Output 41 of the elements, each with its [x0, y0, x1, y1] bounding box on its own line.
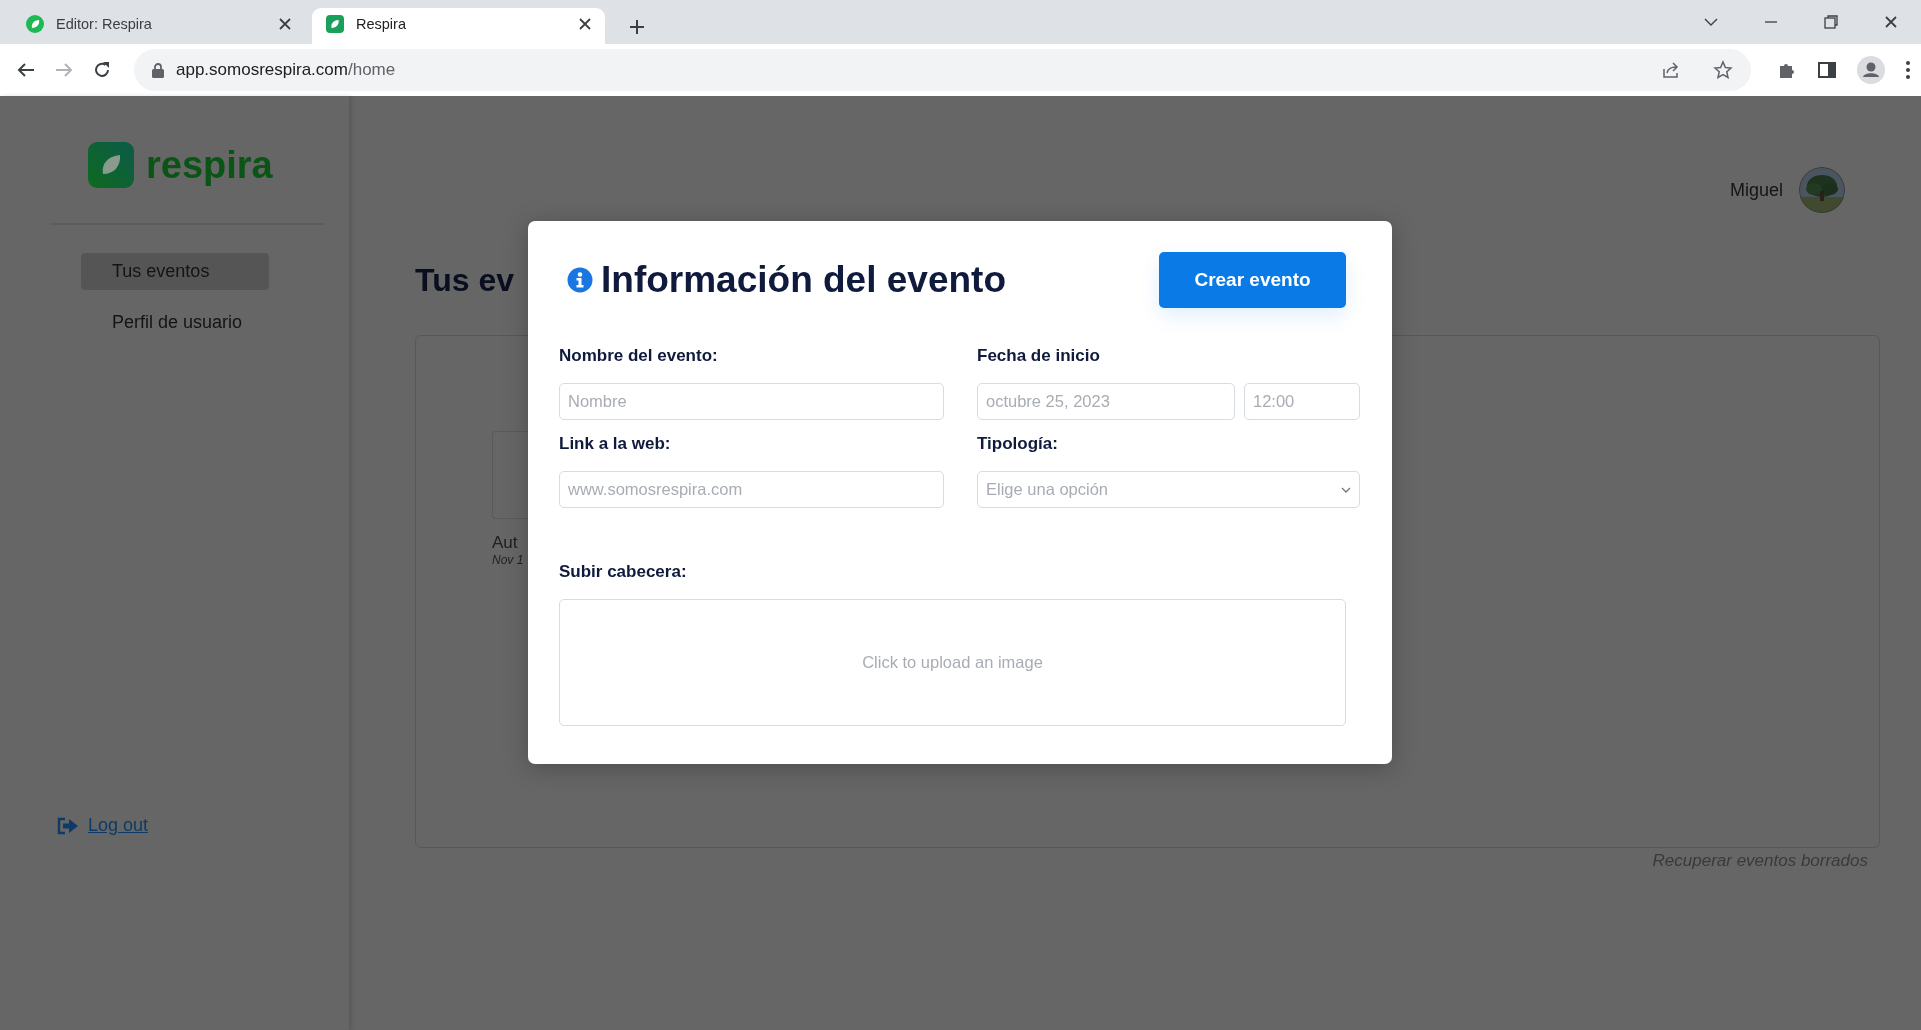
close-icon[interactable] [577, 16, 593, 32]
user-name: Miguel [1729, 179, 1783, 201]
date-field[interactable]: octubre 25, 2023 [977, 383, 1235, 420]
field-label: Fecha de inicio [977, 346, 1101, 366]
profile-icon[interactable] [1857, 56, 1885, 84]
close-icon[interactable] [1883, 14, 1899, 30]
create-event-button[interactable]: Crear evento [1159, 252, 1346, 308]
modal-title: Información del evento [601, 259, 1006, 301]
time-field[interactable]: 12:00 [1244, 383, 1360, 420]
lock-icon [152, 62, 164, 78]
logo-text: respira [146, 146, 273, 184]
browser-tab[interactable]: Editor: Respira [12, 8, 305, 44]
logout-link[interactable]: Log out [88, 815, 149, 836]
star-icon[interactable] [1713, 60, 1733, 80]
chevron-down-icon [1341, 486, 1351, 493]
field-label: Link a la web: [559, 434, 672, 454]
browser-tab[interactable]: Respira [312, 8, 605, 44]
text-field[interactable]: Nombre [559, 383, 944, 420]
leaf-logo-icon [88, 142, 134, 188]
event-date: Nov 1 [492, 553, 525, 567]
address-bar[interactable]: app.somosrespira.com/home [134, 49, 1751, 91]
plus-icon[interactable] [628, 18, 646, 36]
leaf-icon [26, 15, 44, 33]
leaf-icon [326, 15, 344, 33]
close-icon[interactable] [277, 16, 293, 32]
page-title: Tus ev [415, 261, 514, 299]
sidebar-item[interactable]: Perfil de usuario [81, 304, 269, 341]
field-label: Subir cabecera: [559, 562, 688, 582]
side-panel-icon[interactable] [1817, 60, 1837, 80]
info-icon [567, 267, 593, 293]
text-field[interactable]: www.somosrespira.com [559, 471, 944, 508]
event-title[interactable]: Aut [492, 533, 529, 553]
restore-icon[interactable] [1823, 14, 1839, 30]
share-icon[interactable] [1661, 60, 1681, 80]
field-label: Tipología: [977, 434, 1059, 454]
more-menu-icon[interactable] [1905, 60, 1911, 80]
upload-area[interactable]: Click to upload an image [559, 599, 1346, 726]
select-field[interactable]: Elige una opción [977, 471, 1360, 508]
reload-icon[interactable] [92, 60, 112, 80]
sidebar-item[interactable]: Tus eventos [81, 253, 269, 290]
field-label: Nombre del evento: [559, 346, 719, 366]
